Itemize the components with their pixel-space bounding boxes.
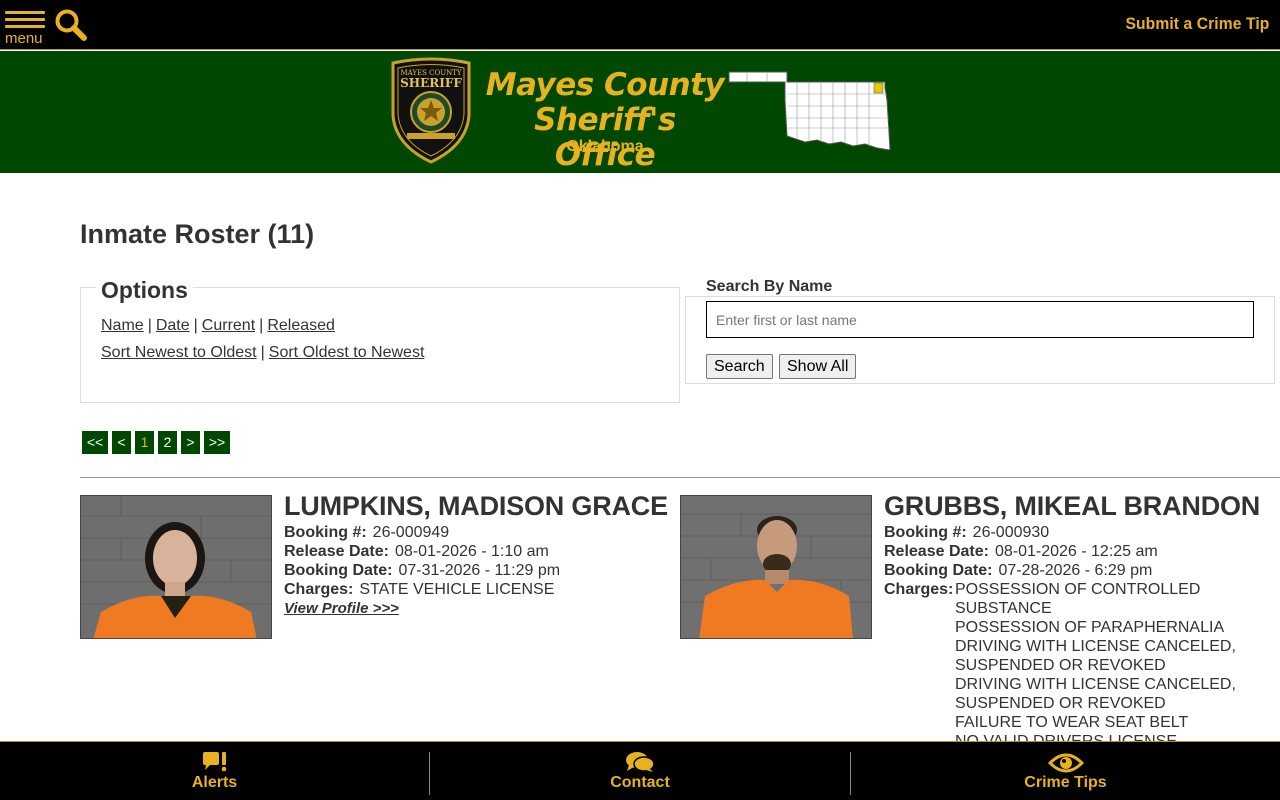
- booking-number-value: 26-000930: [972, 524, 1050, 541]
- charge-item: DRIVING WITH LICENSE CANCELED,: [955, 676, 1236, 693]
- charge-item: FAILURE TO WEAR SEAT BELT: [955, 714, 1189, 731]
- contact-button[interactable]: Contact: [430, 742, 850, 800]
- search-legend: Search By Name: [702, 278, 837, 296]
- top-bar: menu Submit a Crime Tip: [0, 0, 1280, 50]
- alerts-button[interactable]: Alerts: [0, 742, 429, 800]
- booking-number-label: Booking #:: [884, 524, 967, 541]
- crime-tips-label: Crime Tips: [1024, 774, 1107, 791]
- booking-date-value: 07-28-2026 - 6:29 pm: [998, 562, 1153, 579]
- hamburger-icon: [5, 11, 45, 14]
- page-1-button[interactable]: 1: [135, 431, 154, 454]
- inmate-name: LUMPKINS, MADISON GRACE: [284, 491, 668, 521]
- sort-newest-link[interactable]: Sort Newest to Oldest: [101, 344, 257, 361]
- booking-date: Booking Date: 07-28-2026 - 6:29 pm: [884, 561, 1152, 580]
- release-date-label: Release Date:: [284, 543, 389, 560]
- filter-name-link[interactable]: Name: [101, 317, 144, 334]
- prev-page-button[interactable]: <: [112, 431, 131, 454]
- show-all-button[interactable]: Show All: [779, 354, 857, 379]
- booking-date-label: Booking Date:: [884, 562, 993, 579]
- separator: |: [147, 317, 152, 334]
- booking-date-value: 07-31-2026 - 11:29 pm: [398, 562, 561, 579]
- submit-crime-tip-link[interactable]: Submit a Crime Tip: [1125, 14, 1269, 34]
- charge-item: STATE VEHICLE LICENSE: [359, 581, 555, 598]
- booking-number-label: Booking #:: [284, 524, 367, 541]
- site-title-line1: Mayes County: [485, 67, 725, 103]
- svg-text:SHERIFF: SHERIFF: [400, 76, 462, 90]
- divider: [80, 477, 1280, 478]
- search-icon[interactable]: [54, 8, 88, 42]
- booking-date-label: Booking Date:: [284, 562, 393, 579]
- oklahoma-map: [727, 70, 897, 154]
- filter-date-link[interactable]: Date: [156, 317, 190, 334]
- release-date-value: 08-01-2026 - 1:10 am: [394, 543, 549, 560]
- release-date-label: Release Date:: [884, 543, 989, 560]
- filter-released-link[interactable]: Released: [267, 317, 335, 334]
- pagination: << < 1 2 > >>: [82, 431, 230, 454]
- name-search-input[interactable]: [706, 301, 1254, 338]
- charges-label: Charges:: [884, 581, 954, 598]
- charge-item: DRIVING WITH LICENSE CANCELED,: [955, 638, 1236, 655]
- charge-item: SUSPENDED OR REVOKED: [955, 657, 1166, 674]
- page-2-button[interactable]: 2: [158, 431, 177, 454]
- charge-item: POSSESSION OF PARAPHERNALIA: [955, 619, 1225, 636]
- inmate-photo[interactable]: [680, 495, 872, 639]
- release-date: Release Date: 08-01-2026 - 12:25 am: [884, 542, 1158, 561]
- menu-button[interactable]: menu: [4, 9, 48, 47]
- release-date-value: 08-01-2026 - 12:25 am: [994, 543, 1158, 560]
- options-legend: Options: [96, 277, 193, 304]
- charges-label: Charges:: [284, 581, 354, 598]
- filter-current-link[interactable]: Current: [202, 317, 255, 334]
- release-date: Release Date: 08-01-2026 - 1:10 am: [284, 542, 549, 561]
- separator: |: [193, 317, 198, 334]
- first-page-button[interactable]: <<: [82, 431, 108, 454]
- site-title: Mayes County Sheriff's Office: [485, 68, 725, 173]
- filter-links: Name | Date | Current | Released: [101, 317, 335, 335]
- charges-label-row: Charges:: [884, 580, 959, 599]
- charges: Charges: STATE VEHICLE LICENSE: [284, 580, 554, 599]
- last-page-button[interactable]: >>: [204, 431, 230, 454]
- crime-tips-button[interactable]: Crime Tips: [851, 742, 1280, 800]
- separator: |: [259, 317, 264, 334]
- booking-date: Booking Date: 07-31-2026 - 11:29 pm: [284, 561, 560, 580]
- alerts-label: Alerts: [191, 774, 238, 791]
- hamburger-icon-bar: [5, 18, 45, 21]
- booking-number: Booking #: 26-000930: [884, 523, 1049, 542]
- booking-number-value: 26-000949: [372, 524, 450, 541]
- charge-item: POSSESSION OF CONTROLLED: [955, 581, 1201, 598]
- next-page-button[interactable]: >: [181, 431, 200, 454]
- contact-label: Contact: [610, 774, 670, 791]
- site-subtitle: Oklahoma: [566, 138, 644, 155]
- bottom-nav-bar: Alerts Contact Crime Tips: [0, 741, 1280, 800]
- charge-item: SUSPENDED OR REVOKED: [955, 695, 1166, 712]
- menu-label: menu: [5, 30, 43, 47]
- charge-item: SUBSTANCE: [955, 600, 1052, 617]
- separator: |: [260, 344, 265, 361]
- sheriff-badge-logo[interactable]: MAYES COUNTY SHERIFF: [389, 57, 473, 164]
- booking-number: Booking #: 26-000949: [284, 523, 449, 542]
- inmate-name: GRUBBS, MIKEAL BRANDON: [884, 491, 1261, 521]
- sort-links: Sort Newest to Oldest | Sort Oldest to New…: [101, 344, 424, 362]
- charges-list: POSSESSION OF CONTROLLED SUBSTANCE POSSE…: [955, 580, 1236, 751]
- search-button[interactable]: Search: [706, 354, 773, 379]
- sort-oldest-link[interactable]: Sort Oldest to Newest: [269, 344, 425, 361]
- page-title: Inmate Roster (11): [80, 219, 315, 249]
- view-profile-link[interactable]: View Profile >>>: [284, 600, 399, 617]
- inmate-photo[interactable]: [80, 495, 272, 639]
- hamburger-icon-bar: [5, 25, 45, 28]
- header-banner: MAYES COUNTY SHERIFF Mayes County Sherif…: [0, 51, 1280, 173]
